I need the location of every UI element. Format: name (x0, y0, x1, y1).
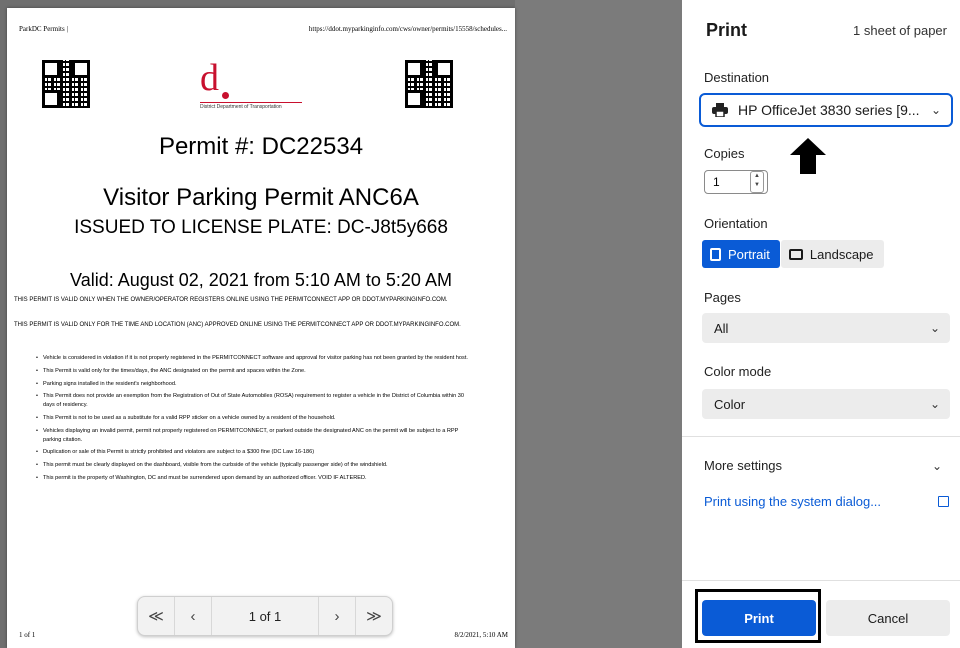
page-navigator: ≪ ‹ 1 of 1 › ≫ (137, 596, 393, 636)
chevron-down-icon: ⌄ (931, 458, 942, 473)
print-settings-panel: Print 1 sheet of paper Destination HP Of… (682, 0, 960, 648)
page-footer-count: 1 of 1 (19, 631, 36, 639)
page-header-title: ParkDC Permits | (19, 25, 68, 33)
next-page-button[interactable]: › (318, 597, 355, 635)
list-item: Duplication or sale of this Permit is st… (36, 448, 473, 457)
portrait-page-icon (710, 247, 721, 261)
preview-side-area (515, 0, 682, 648)
system-dialog-label: Print using the system dialog... (704, 494, 882, 509)
landscape-page-icon (788, 248, 803, 260)
list-item: This permit must be clearly displayed on… (36, 461, 473, 470)
notice-time-location: THIS PERMIT IS VALID ONLY FOR THE TIME A… (14, 322, 461, 328)
destination-value: HP OfficeJet 3830 series [9... (738, 102, 920, 118)
page-indicator: 1 of 1 (248, 608, 282, 624)
more-settings-label: More settings (704, 458, 783, 473)
pages-select[interactable]: All ⌄ (702, 313, 950, 343)
color-mode-select[interactable]: Color ⌄ (702, 389, 950, 419)
more-settings-toggle[interactable]: More settings ⌄ (704, 458, 952, 473)
logo-dot (222, 92, 229, 99)
permit-rules-list: Vehicle is considered in violation if it… (36, 354, 473, 487)
destination-select[interactable]: HP OfficeJet 3830 series [9... ⌄ (699, 93, 953, 127)
list-item: This permit is the property of Washingto… (36, 474, 473, 483)
section-divider (682, 436, 960, 437)
print-preview-page: ParkDC Permits | https://ddot.myparkingi… (7, 8, 515, 648)
copies-value: 1 (713, 175, 720, 189)
list-item: Vehicle is considered in violation if it… (36, 354, 473, 363)
orientation-toggle: Portrait Landscape (702, 240, 884, 268)
valid-period: Valid: August 02, 2021 from 5:10 AM to 5… (70, 270, 452, 290)
issued-to-plate: ISSUED TO LICENSE PLATE: DC-J8t5y668 (74, 217, 448, 238)
panel-title: Print (706, 20, 748, 40)
list-item: This Permit is valid only for the times/… (36, 367, 473, 376)
page-footer-date: 8/2/2021, 5:10 AM (454, 631, 508, 639)
pages-value: All (714, 320, 729, 336)
previous-page-button[interactable]: ‹ (175, 597, 212, 635)
copies-label: Copies (704, 146, 745, 161)
chevron-down-icon: ⌄ (930, 103, 941, 117)
logo-rule (200, 102, 302, 103)
pages-label: Pages (704, 290, 741, 305)
list-item: This Permit is not to be used as a subst… (36, 414, 473, 423)
permit-title: Visitor Parking Permit ANC6A (103, 184, 419, 211)
last-page-button[interactable]: ≫ (355, 597, 392, 635)
logo-letter: d (200, 57, 219, 99)
list-item: Vehicles displaying an invalid permit, p… (36, 427, 473, 445)
orientation-label: Orientation (704, 216, 768, 231)
notice-registration: THIS PERMIT IS VALID ONLY WHEN THE OWNER… (14, 297, 448, 303)
portrait-label: Portrait (728, 246, 770, 262)
portrait-button[interactable]: Portrait (702, 240, 780, 268)
print-button-highlight (695, 589, 821, 643)
spin-arrows-icon[interactable]: ▲ ▼ (750, 171, 764, 193)
chevron-down-icon: ⌄ (929, 321, 940, 335)
first-page-button[interactable]: ≪ (138, 597, 175, 635)
footer-divider (682, 580, 960, 581)
system-dialog-link[interactable]: Print using the system dialog... (704, 494, 952, 509)
destination-label: Destination (704, 70, 770, 85)
chevron-down-icon: ⌄ (929, 397, 940, 411)
landscape-label: Landscape (809, 246, 874, 262)
list-item: Parking signs installed in the resident'… (36, 380, 473, 389)
copies-stepper[interactable]: 1 ▲ ▼ (704, 170, 768, 194)
permit-number: Permit #: DC22534 (158, 133, 364, 160)
qr-code-right (405, 60, 453, 108)
ddot-logo: d District Department of Transportation (200, 57, 310, 112)
color-mode-value: Color (714, 396, 746, 412)
qr-code-left (42, 60, 90, 108)
logo-subtitle: District Department of Transportation (200, 104, 282, 110)
open-external-icon (938, 496, 949, 507)
color-mode-label: Color mode (704, 364, 772, 379)
sheet-count: 1 sheet of paper (853, 23, 947, 38)
printer-icon (712, 103, 728, 118)
list-item: This Permit does not provide an exemptio… (36, 392, 473, 410)
landscape-button[interactable]: Landscape (780, 240, 884, 268)
arrow-up-icon (790, 138, 826, 174)
page-header-url: https://ddot.myparkinginfo.com/cws/owner… (308, 25, 507, 33)
cancel-button[interactable]: Cancel (826, 600, 950, 636)
